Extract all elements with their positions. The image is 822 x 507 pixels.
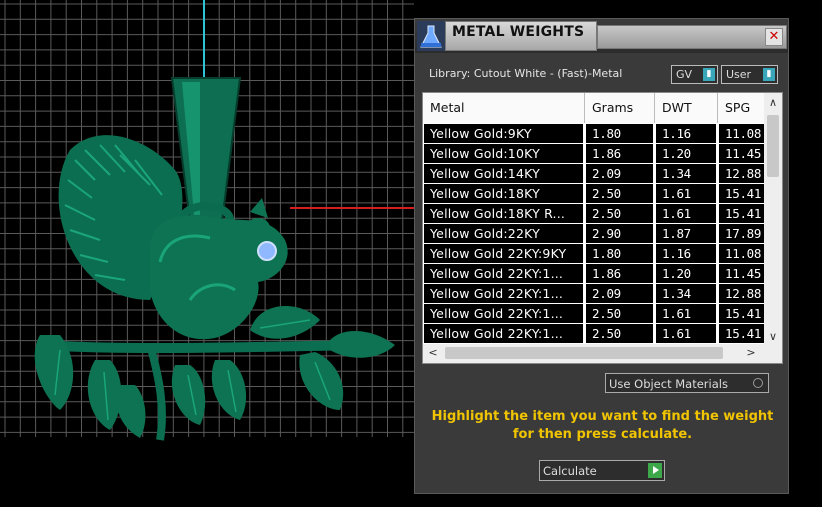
squirrel-pendant-model[interactable] <box>34 77 395 441</box>
cell-metal: Yellow Gold:18KY R... <box>424 204 583 223</box>
toggle-knob-icon: ▮ <box>763 68 775 81</box>
cell-dwt: 1.61 <box>656 304 716 323</box>
cell-grams: 2.50 <box>586 324 653 343</box>
cell-grams: 2.09 <box>586 284 653 303</box>
cell-spg: 15.41 <box>719 184 765 203</box>
cell-spg: 15.41 <box>719 204 765 223</box>
cell-grams: 2.50 <box>586 304 653 323</box>
gv-toggle[interactable]: GV ▮ <box>671 65 718 84</box>
panel-title: METAL WEIGHTS <box>452 24 585 40</box>
cell-metal: Yellow Gold:10KY <box>424 144 583 163</box>
table-row[interactable]: Yellow Gold:10KY 1.86 1.20 11.45 <box>423 144 765 164</box>
use-object-materials-option[interactable]: Use Object Materials <box>605 373 769 393</box>
cell-metal: Yellow Gold 22KY:9KY <box>424 244 583 263</box>
panel-titlebar[interactable]: METAL WEIGHTS ✕ <box>415 19 788 53</box>
cell-dwt: 1.20 <box>656 144 716 163</box>
instruction-text: Highlight the item you want to find the … <box>431 409 774 442</box>
table-row[interactable]: Yellow Gold 22KY:1... 2.50 1.61 15.41 <box>423 324 765 344</box>
table-row[interactable]: Yellow Gold 22KY:1... 2.09 1.34 12.88 <box>423 284 765 304</box>
cell-dwt: 1.61 <box>656 324 716 343</box>
column-header-grams[interactable]: Grams <box>585 93 655 123</box>
cell-grams: 2.90 <box>586 224 653 243</box>
metal-weights-panel: METAL WEIGHTS ✕ Library: Cutout White - … <box>414 18 789 494</box>
cell-metal: Yellow Gold 22KY:1... <box>424 264 583 283</box>
chevron-down-icon[interactable]: ∨ <box>764 329 782 345</box>
close-button[interactable]: ✕ <box>765 28 783 46</box>
cell-grams: 1.80 <box>586 244 653 263</box>
cell-metal: Yellow Gold 22KY:1... <box>424 304 583 323</box>
cell-dwt: 1.16 <box>656 124 716 143</box>
library-label: Library: Cutout White - (Fast)-Metal <box>429 67 623 80</box>
cell-spg: 15.41 <box>719 304 765 323</box>
play-arrow-icon[interactable] <box>648 463 662 478</box>
cell-metal: Yellow Gold:18KY <box>424 184 583 203</box>
cell-metal: Yellow Gold 22KY:1... <box>424 284 583 303</box>
cell-spg: 12.88 <box>719 284 765 303</box>
chevron-up-icon[interactable]: ∧ <box>764 95 782 111</box>
table-row[interactable]: Yellow Gold:9KY 1.80 1.16 11.08 <box>423 124 765 144</box>
table-row[interactable]: Yellow Gold:14KY 2.09 1.34 12.88 <box>423 164 765 184</box>
use-object-materials-label: Use Object Materials <box>609 377 728 391</box>
table-row[interactable]: Yellow Gold 22KY:9KY 1.80 1.16 11.08 <box>423 244 765 264</box>
chevron-right-icon[interactable]: > <box>743 345 759 361</box>
flask-icon <box>417 21 445 51</box>
cell-grams: 2.50 <box>586 184 653 203</box>
vertical-scroll-thumb[interactable] <box>767 115 779 177</box>
cell-grams: 2.50 <box>586 204 653 223</box>
cell-dwt: 1.16 <box>656 244 716 263</box>
table-row[interactable]: Yellow Gold 22KY:1... 1.86 1.20 11.45 <box>423 264 765 284</box>
cell-spg: 11.08 <box>719 124 765 143</box>
cell-metal: Yellow Gold 22KY:1... <box>424 324 583 343</box>
cell-spg: 15.41 <box>719 324 765 343</box>
cell-dwt: 1.61 <box>656 204 716 223</box>
cell-grams: 1.80 <box>586 124 653 143</box>
user-toggle[interactable]: User ▮ <box>721 65 778 84</box>
horizontal-scrollbar[interactable]: < > <box>423 344 782 363</box>
cell-grams: 1.86 <box>586 144 653 163</box>
cell-dwt: 1.34 <box>656 284 716 303</box>
cell-dwt: 1.87 <box>656 224 716 243</box>
calculate-button[interactable]: Calculate <box>539 460 665 481</box>
cell-spg: 11.45 <box>719 264 765 283</box>
cell-metal: Yellow Gold:9KY <box>424 124 583 143</box>
cell-spg: 11.08 <box>719 244 765 263</box>
cell-grams: 1.86 <box>586 264 653 283</box>
cell-grams: 2.09 <box>586 164 653 183</box>
cell-spg: 12.88 <box>719 164 765 183</box>
gv-toggle-label: GV <box>676 68 693 81</box>
table-body: Yellow Gold:9KY 1.80 1.16 11.08 Yellow Gold:… <box>423 124 765 344</box>
cell-dwt: 1.34 <box>656 164 716 183</box>
cell-metal: Yellow Gold:14KY <box>424 164 583 183</box>
horizontal-scroll-thumb[interactable] <box>445 347 723 359</box>
column-header-metal[interactable]: Metal <box>423 93 585 123</box>
user-toggle-label: User <box>726 68 752 81</box>
table-row[interactable]: Yellow Gold:18KY R... 2.50 1.61 15.41 <box>423 204 765 224</box>
toggle-knob-icon: ▮ <box>703 68 715 81</box>
cell-spg: 17.89 <box>719 224 765 243</box>
column-header-spg[interactable]: SPG <box>718 93 765 123</box>
cell-spg: 11.45 <box>719 144 765 163</box>
table-row[interactable]: Yellow Gold 22KY:1... 2.50 1.61 15.41 <box>423 304 765 324</box>
cell-metal: Yellow Gold:22KY <box>424 224 583 243</box>
table-row[interactable]: Yellow Gold:18KY 2.50 1.61 15.41 <box>423 184 765 204</box>
vertical-scrollbar[interactable]: ∧ ∨ <box>764 93 782 345</box>
panel-title-tab: METAL WEIGHTS <box>445 21 597 51</box>
gem-eye-icon <box>257 241 277 261</box>
cell-dwt: 1.20 <box>656 264 716 283</box>
column-header-dwt[interactable]: DWT <box>655 93 718 123</box>
radio-icon[interactable] <box>753 378 763 388</box>
titlebar-fill <box>597 25 787 49</box>
metal-weights-table[interactable]: Metal Grams DWT SPG Yellow Gold:9KY 1.80 1… <box>422 92 783 364</box>
chevron-left-icon[interactable]: < <box>425 345 441 361</box>
cell-dwt: 1.61 <box>656 184 716 203</box>
calculate-label: Calculate <box>543 464 597 478</box>
table-header: Metal Grams DWT SPG <box>423 93 765 123</box>
table-row[interactable]: Yellow Gold:22KY 2.90 1.87 17.89 <box>423 224 765 244</box>
